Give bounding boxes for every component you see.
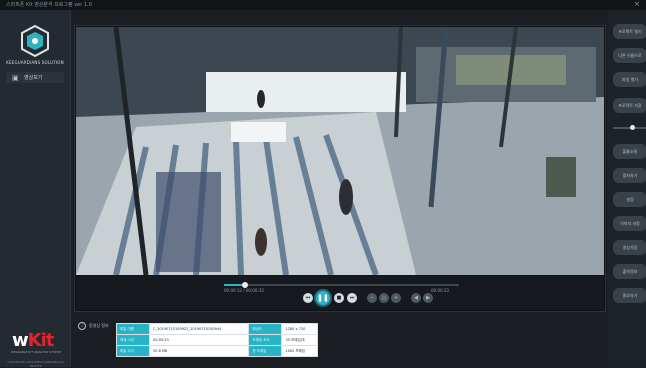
save-as-button[interactable]: 다른 이름으로 — [613, 48, 646, 63]
skip-back-button[interactable]: ⏮ — [303, 293, 313, 303]
keeguardians-logo — [21, 24, 49, 58]
info-value: 30 프레임/초 — [281, 334, 318, 346]
player-controls: 00:00:12 / 00:00:33 00:00:33 ⏮ ❚❚ ■ ⏭ − … — [76, 276, 604, 310]
title-bar: 스마트폰 Kit 영상분석 프로그램 ver 1.0 × — [0, 0, 646, 10]
info-value: 1002 프레임 — [281, 345, 318, 357]
pause-button[interactable]: ❚❚ — [316, 291, 330, 305]
open-file-button[interactable]: 파일 열기 — [613, 72, 646, 87]
info-key: 프레임 속도 — [248, 334, 283, 346]
print-info-button[interactable]: 출력정보 — [613, 264, 646, 279]
logo-text: KEEGUARDIANS SOLUTION — [6, 60, 64, 65]
stop-button[interactable]: ■ — [334, 293, 344, 303]
info-value: C_20190715150922_20190715150944 — [148, 323, 250, 335]
info-key: 해상도 — [248, 323, 283, 335]
volume-down-button[interactable]: ◀ — [411, 293, 421, 303]
settings-button[interactable]: 설정 — [613, 192, 646, 207]
table-row: 파일 크기 30.6 MB 총 프레임 1002 프레임 — [116, 345, 318, 357]
zoom-reset-button[interactable]: ○ — [379, 293, 389, 303]
video-info-table: 파일 이름 C_20190715150922_20190715150944 해상… — [116, 323, 318, 357]
info-key: 재생 시간 — [116, 334, 150, 346]
save-video-button[interactable]: 영상저장 — [613, 240, 646, 255]
info-title: i 동영상 정보 — [78, 322, 109, 330]
right-toolbar: 프로젝트 열기 다른 이름으로 파일 열기 프로젝트 저장 볼륨조절 캡처하기 … — [608, 10, 646, 367]
video-frame[interactable] — [76, 27, 604, 275]
volume-slider-handle[interactable] — [629, 125, 635, 130]
zoom-in-button[interactable]: + — [391, 293, 401, 303]
volume-slider[interactable] — [613, 125, 646, 130]
save-project-button[interactable]: 프로젝트 저장 — [613, 98, 646, 113]
info-value: 00:00:33 — [148, 334, 250, 346]
info-icon: i — [78, 322, 86, 330]
close-icon[interactable]: × — [634, 0, 640, 8]
volume-button[interactable]: 볼륨조절 — [613, 144, 646, 159]
current-time: 00:00:12 / 00:00:33 — [224, 288, 264, 293]
video-info-panel: i 동영상 정보 파일 이름 C_20190715150922_201907151… — [78, 318, 328, 360]
info-value: 30.6 MB — [148, 345, 250, 357]
window-title: 스마트폰 Kit 영상분석 프로그램 ver 1.0 — [6, 2, 92, 8]
exit-button[interactable]: 종료하기 — [613, 288, 646, 303]
video-player-panel: 00:00:12 / 00:00:33 00:00:33 ⏮ ❚❚ ■ ⏭ − … — [74, 25, 606, 312]
info-key: 파일 크기 — [116, 345, 150, 357]
brand-subtitle: WEARABLE KIT ANALYSIS SYSTEM — [10, 350, 62, 354]
film-icon: ▣ — [12, 74, 19, 82]
capture-button[interactable]: 캡처하기 — [613, 168, 646, 183]
total-time: 00:00:33 — [431, 288, 449, 293]
skip-forward-button[interactable]: ⏭ — [347, 293, 357, 303]
table-row: 파일 이름 C_20190715150922_20190715150944 해상… — [116, 323, 318, 335]
sidebar-item-label: 영상보기 — [24, 75, 43, 81]
open-project-button[interactable]: 프로젝트 열기 — [613, 24, 646, 39]
info-key: 파일 이름 — [116, 323, 150, 335]
save-image-button[interactable]: 이미지 저장 — [613, 216, 646, 231]
wkit-brand-logo: wKit — [12, 330, 54, 351]
volume-up-button[interactable]: ▶ — [423, 293, 433, 303]
info-value: 1280 x 720 — [281, 323, 318, 335]
info-key: 총 프레임 — [248, 345, 283, 357]
sidebar: KEEGUARDIANS SOLUTION ▣ 영상보기 wKit WEARAB… — [0, 10, 71, 368]
seek-bar[interactable] — [224, 282, 459, 288]
zoom-out-button[interactable]: − — [367, 293, 377, 303]
table-row: 재생 시간 00:00:33 프레임 속도 30 프레임/초 — [116, 334, 318, 346]
sidebar-item-video-view[interactable]: ▣ 영상보기 — [6, 72, 64, 83]
